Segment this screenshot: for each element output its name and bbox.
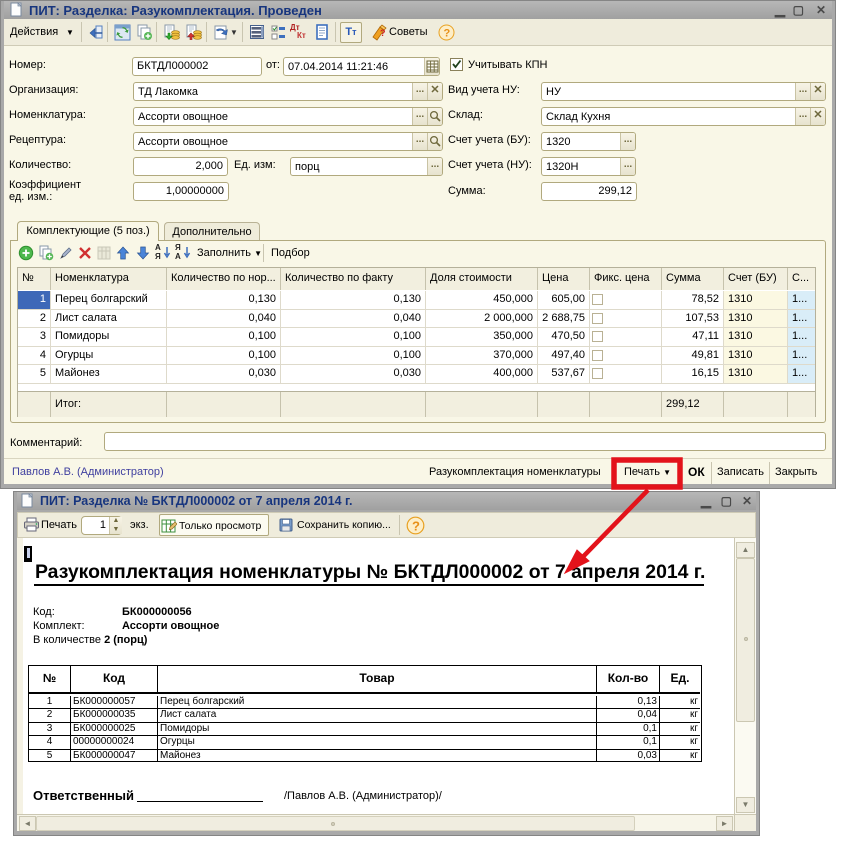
svg-text:?: ? [380, 28, 386, 38]
svg-text:?: ? [412, 518, 420, 533]
svg-text:?: ? [444, 28, 451, 40]
